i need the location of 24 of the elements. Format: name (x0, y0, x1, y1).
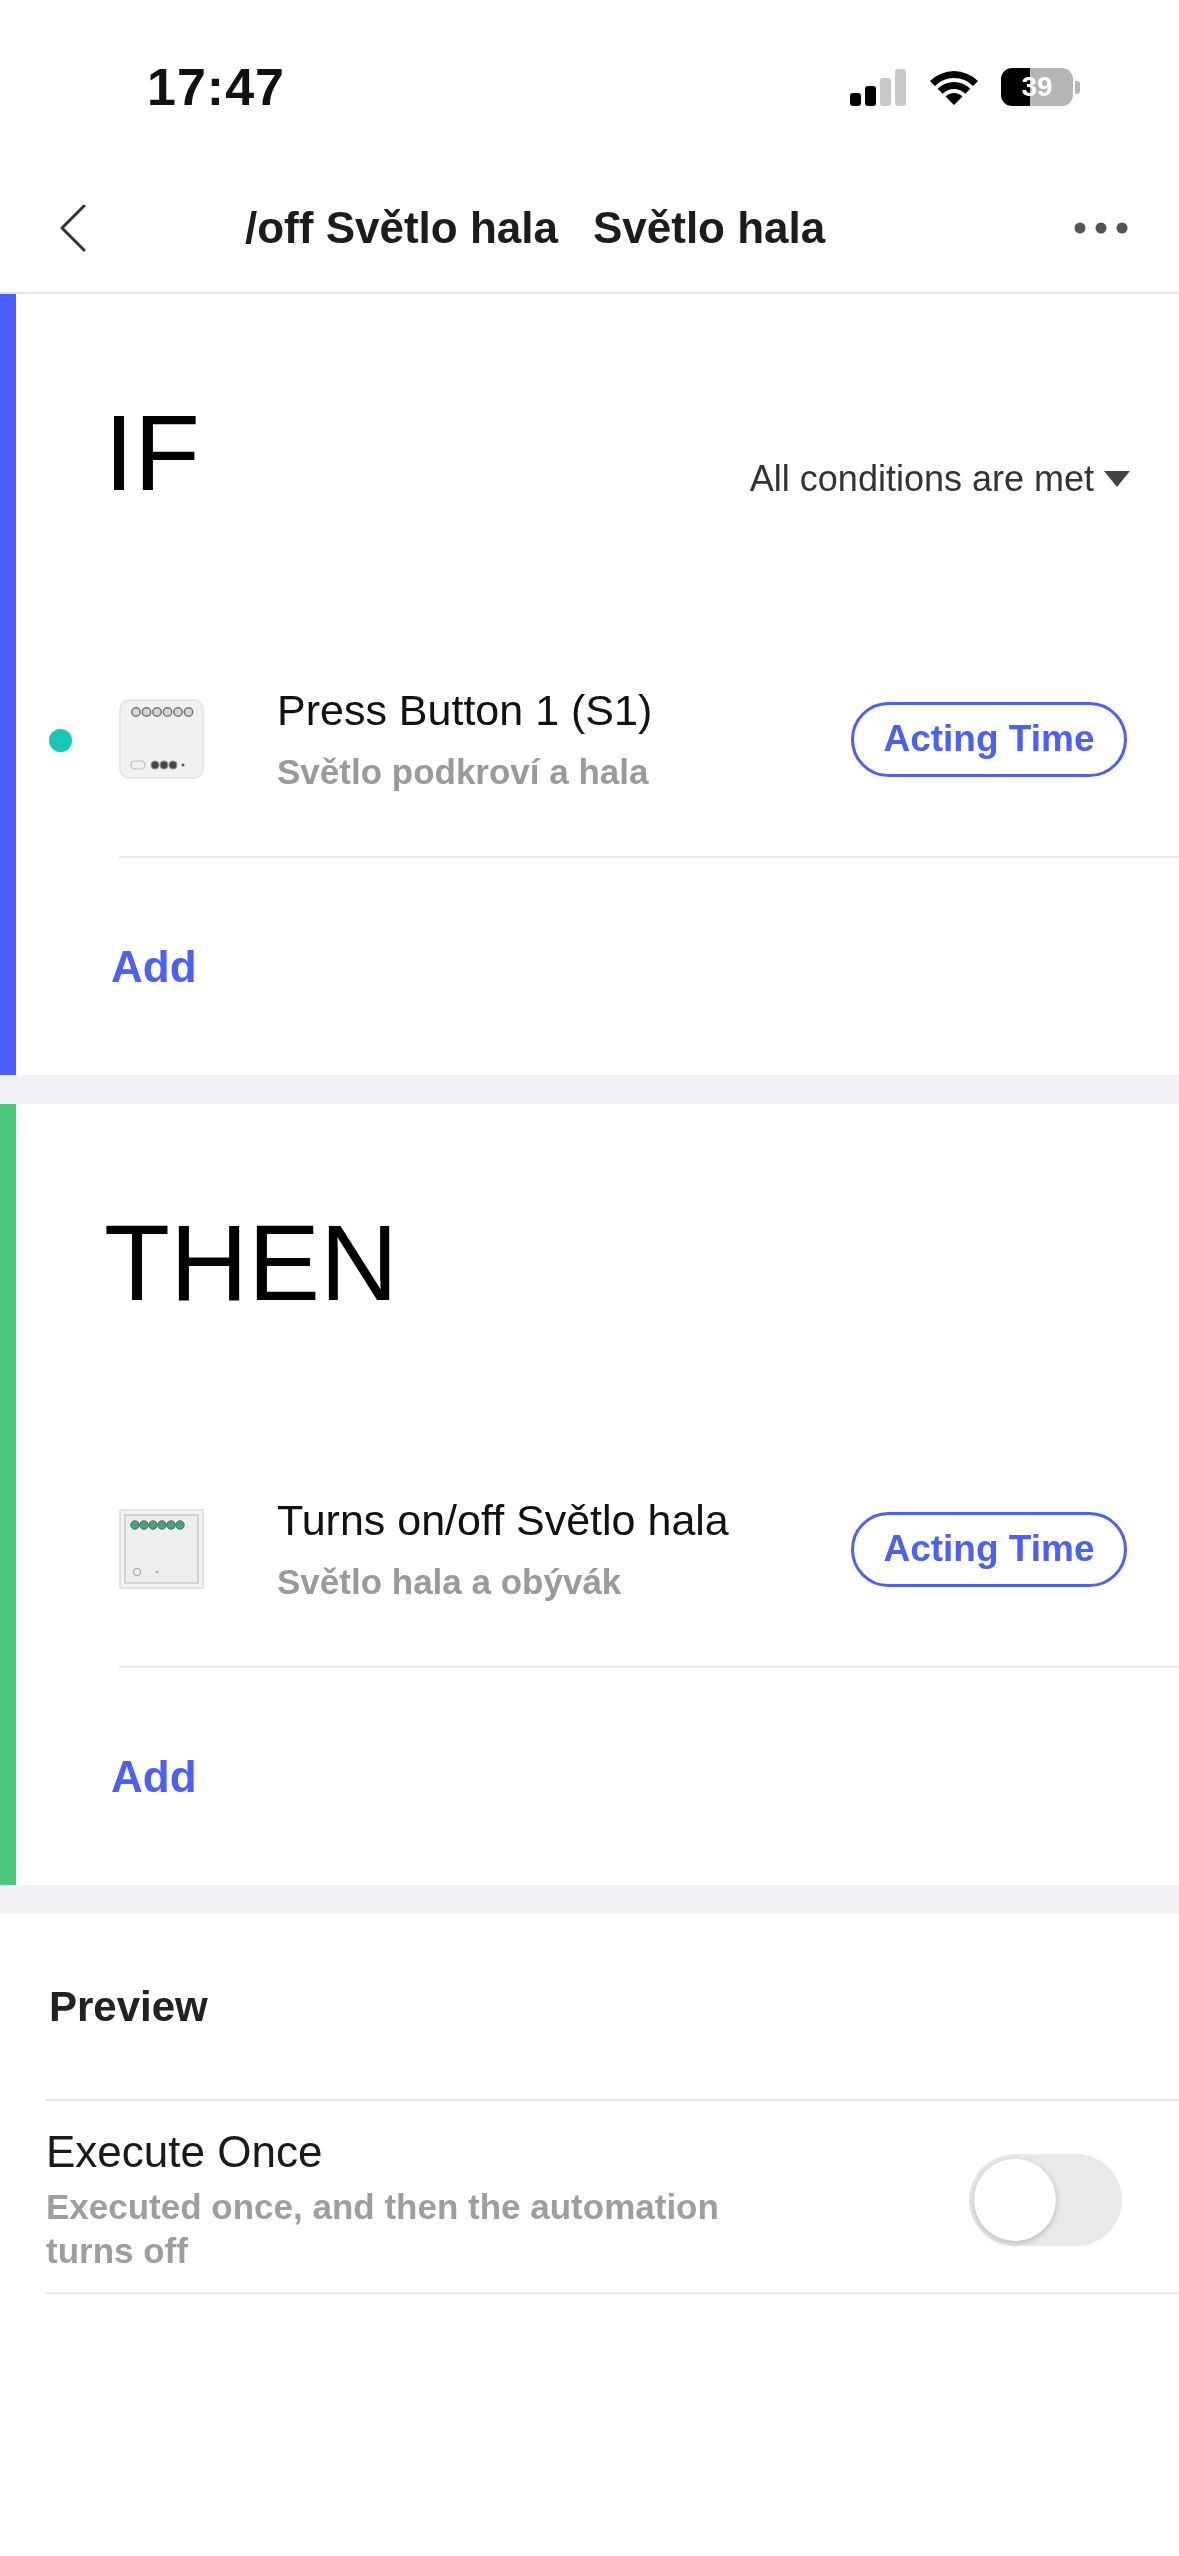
preview-item[interactable]: Preview (49, 1981, 208, 2032)
item-subtitle: Světlo podkroví a hala (277, 751, 650, 793)
status-time: 17:47 (147, 57, 285, 117)
acting-time-button[interactable]: Acting Time (851, 701, 1127, 777)
wifi-icon (929, 69, 979, 105)
switch-panel-icon (119, 1509, 204, 1589)
nav-title: Světlo hala (592, 202, 826, 254)
item-subtitle: Světlo hala a obývák (277, 1561, 623, 1603)
relay-module-icon (119, 699, 204, 779)
caret-icon (1104, 471, 1130, 487)
add-button[interactable]: Add (111, 1750, 197, 1803)
setting-description: Executed once, and then the automation turns off (46, 2186, 720, 2272)
signal-icon (850, 68, 907, 106)
section-heading: IF (104, 399, 200, 507)
item-title: Press Button 1 (S1) (277, 685, 654, 736)
more-icon[interactable] (1074, 222, 1128, 234)
item-title: Turns on/off Světlo hala (277, 1495, 730, 1546)
setting-title: Execute Once (46, 2126, 324, 2178)
condition-dropdown[interactable]: All conditions are met (749, 458, 1130, 500)
section-heading: THEN (104, 1209, 398, 1317)
nav-title: /off Světlo hala (245, 202, 558, 254)
acting-time-button[interactable]: Acting Time (851, 1511, 1127, 1587)
back-icon[interactable] (59, 204, 87, 252)
add-button[interactable]: Add (111, 940, 197, 993)
